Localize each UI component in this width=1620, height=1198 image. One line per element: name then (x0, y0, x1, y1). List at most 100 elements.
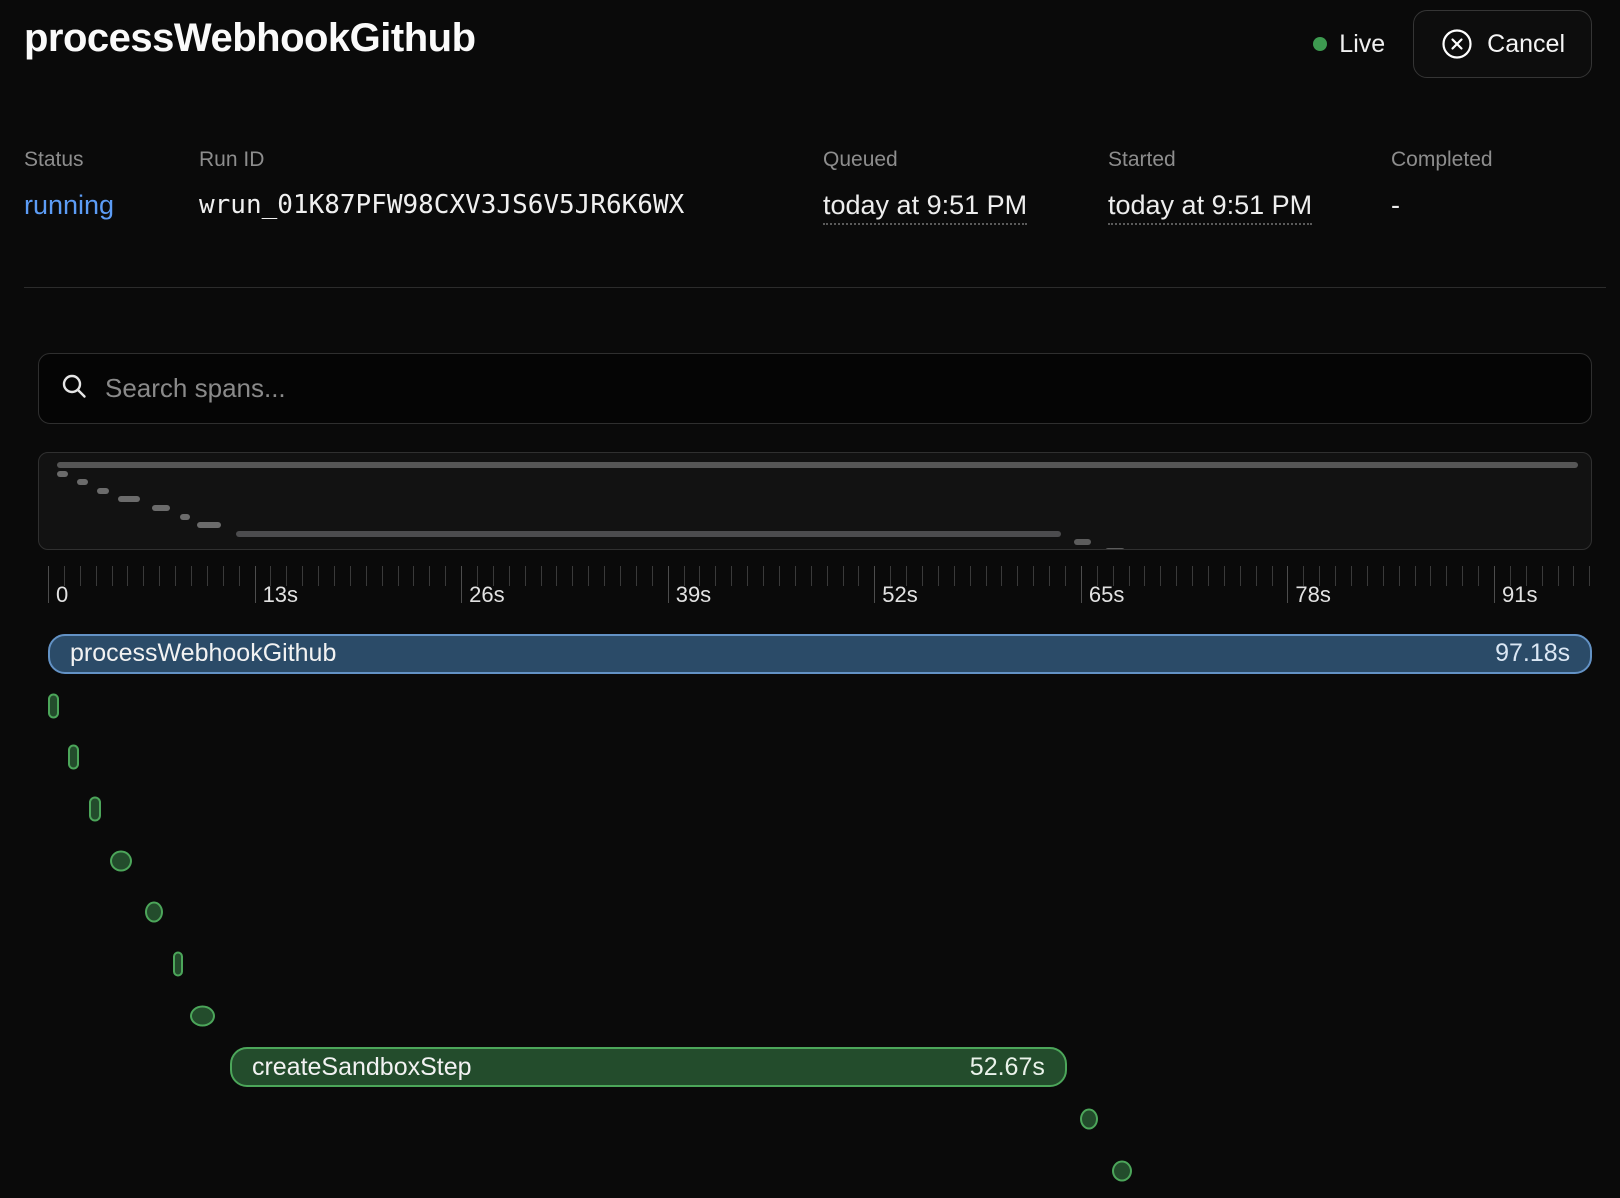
minimap-span (97, 488, 109, 494)
meta-queued: Queued today at 9:51 PM (823, 148, 1027, 221)
ruler-minor-tick (1383, 566, 1384, 586)
run-id-label: Run ID (199, 148, 684, 172)
minimap-row (47, 522, 1583, 528)
span-step-dot[interactable] (110, 850, 132, 871)
ruler-tick-label: 65s (1089, 582, 1124, 608)
header: processWebhookGithub Live Cancel (0, 0, 1620, 100)
minimap-span (152, 505, 170, 511)
minimap-span (118, 496, 140, 502)
trace-waterfall: 013s26s39s52s65s78s91s processWebhookGit… (38, 566, 1592, 1198)
minimap-span (1105, 548, 1125, 550)
span-row (38, 938, 1592, 990)
completed-value: - (1391, 190, 1493, 221)
span-step-dot[interactable] (173, 951, 183, 976)
minimap-row (47, 496, 1583, 502)
ruler-tick-label: 39s (676, 582, 711, 608)
ruler-minor-tick (1240, 566, 1241, 586)
ruler-major-tick (461, 566, 462, 603)
span-bar-processWebhookGithub[interactable]: processWebhookGithub97.18s (48, 634, 1592, 674)
search-spans-input[interactable] (105, 373, 1571, 404)
ruler-minor-tick (509, 566, 510, 586)
span-row (38, 990, 1592, 1042)
ruler-minor-tick (1144, 566, 1145, 586)
ruler-major-tick (874, 566, 875, 603)
ruler-minor-tick (80, 566, 81, 586)
ruler-minor-tick (1478, 566, 1479, 586)
ruler-minor-tick (715, 566, 716, 586)
ruler-minor-tick (429, 566, 430, 586)
live-status-dot-icon (1313, 37, 1327, 51)
span-step-dot[interactable] (48, 693, 59, 718)
span-bar-createSandboxStep[interactable]: createSandboxStep52.67s (230, 1047, 1067, 1087)
ruler-minor-tick (96, 566, 97, 586)
ruler-minor-tick (541, 566, 542, 586)
span-step-dot[interactable] (1080, 1109, 1098, 1130)
ruler-minor-tick (191, 566, 192, 586)
timeline-ruler: 013s26s39s52s65s78s91s (38, 566, 1592, 628)
ruler-minor-tick (1224, 566, 1225, 586)
ruler-minor-tick (1430, 566, 1431, 586)
ruler-minor-tick (64, 566, 65, 586)
ruler-minor-tick (143, 566, 144, 586)
minimap-row (47, 505, 1583, 511)
ruler-minor-tick (1272, 566, 1273, 586)
span-step-dot[interactable] (1112, 1160, 1132, 1181)
cancel-button[interactable]: Cancel (1413, 10, 1592, 78)
minimap-row (47, 548, 1583, 550)
ruler-minor-tick (684, 566, 685, 586)
ruler-minor-tick (588, 566, 589, 586)
ruler-minor-tick (1113, 566, 1114, 586)
ruler-minor-tick (302, 566, 303, 586)
started-value[interactable]: today at 9:51 PM (1108, 190, 1312, 225)
minimap-row (47, 514, 1583, 520)
status-label: Status (24, 148, 114, 172)
ruler-minor-tick (1335, 566, 1336, 586)
ruler-minor-tick (525, 566, 526, 586)
trace-minimap[interactable] (38, 452, 1592, 550)
ruler-minor-tick (1129, 566, 1130, 586)
span-step-dot[interactable] (68, 745, 79, 770)
ruler-minor-tick (366, 566, 367, 586)
meta-run-id: Run ID wrun_01K87PFW98CXV3JS6V5JR6K6WX (199, 148, 684, 220)
ruler-minor-tick (1367, 566, 1368, 586)
ruler-minor-tick (827, 566, 828, 586)
ruler-minor-tick (223, 566, 224, 586)
completed-label: Completed (1391, 148, 1493, 172)
minimap-row (47, 471, 1583, 477)
ruler-minor-tick (970, 566, 971, 586)
queued-value[interactable]: today at 9:51 PM (823, 190, 1027, 225)
ruler-tick-label: 78s (1295, 582, 1330, 608)
span-row (38, 731, 1592, 783)
ruler-minor-tick (1542, 566, 1543, 586)
ruler-minor-tick (382, 566, 383, 586)
span-row (38, 835, 1592, 887)
ruler-minor-tick (270, 566, 271, 586)
ruler-minor-tick (938, 566, 939, 586)
ruler-minor-tick (318, 566, 319, 586)
minimap-span (57, 462, 1578, 468)
ruler-tick-label: 26s (469, 582, 504, 608)
ruler-minor-tick (334, 566, 335, 586)
span-step-dot[interactable] (89, 796, 101, 821)
ruler-tick-label: 91s (1502, 582, 1537, 608)
ruler-minor-tick (1573, 566, 1574, 586)
ruler-minor-tick (1176, 566, 1177, 586)
ruler-minor-tick (906, 566, 907, 586)
ruler-minor-tick (731, 566, 732, 586)
ruler-minor-tick (1446, 566, 1447, 586)
live-indicator: Live (1313, 30, 1385, 59)
minimap-span (236, 531, 1060, 537)
ruler-minor-tick (858, 566, 859, 586)
span-row (38, 783, 1592, 835)
ruler-minor-tick (1510, 566, 1511, 586)
ruler-minor-tick (493, 566, 494, 586)
meta-status: Status running (24, 148, 114, 221)
span-duration: 52.67s (970, 1053, 1045, 1082)
ruler-major-tick (668, 566, 669, 603)
span-step-dot[interactable] (145, 902, 163, 923)
span-step-dot[interactable] (190, 1005, 215, 1026)
ruler-minor-tick (445, 566, 446, 586)
minimap-row (47, 488, 1583, 494)
started-label: Started (1108, 148, 1312, 172)
search-icon (59, 371, 89, 406)
